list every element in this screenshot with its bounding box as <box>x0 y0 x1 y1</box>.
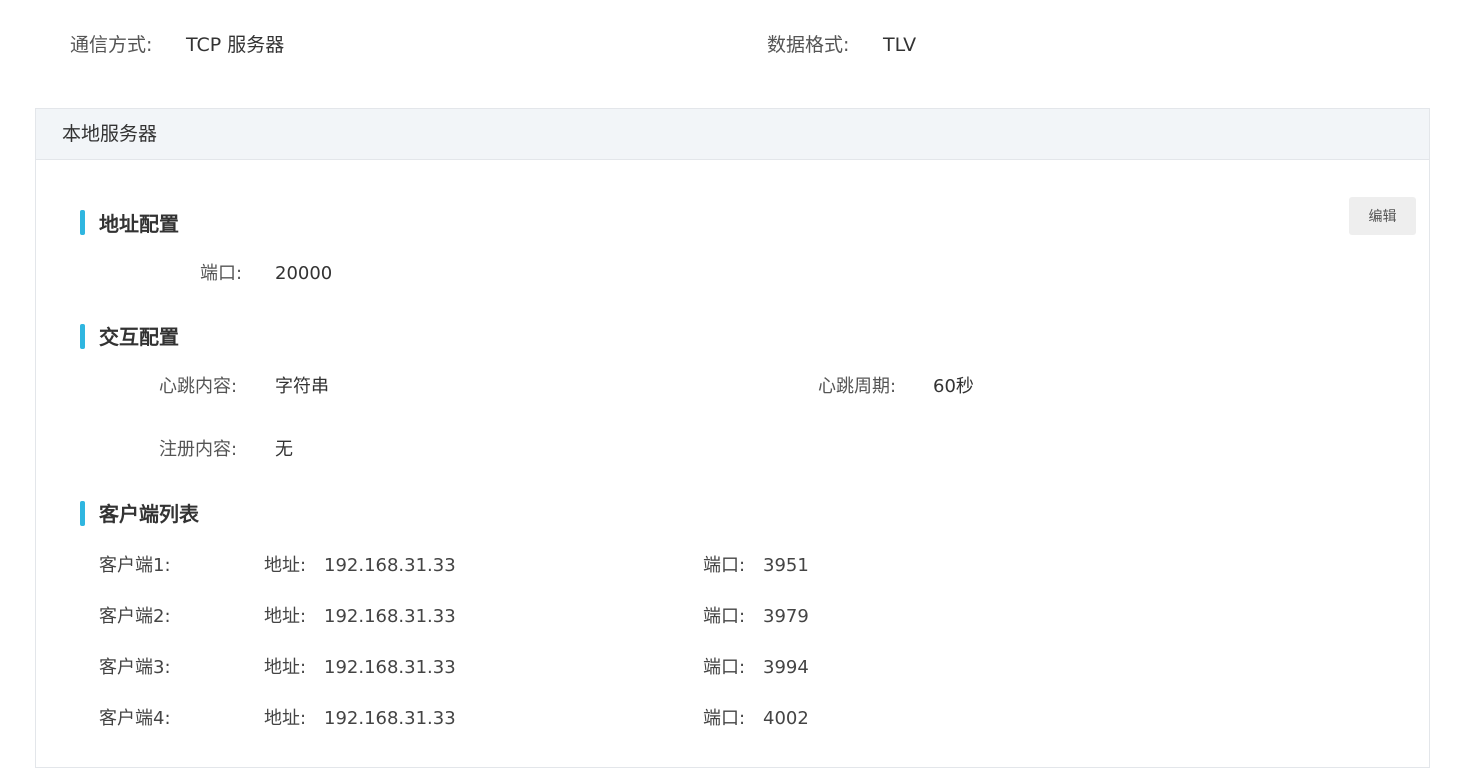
client-address: 192.168.31.33 <box>324 708 456 729</box>
panel-title: 本地服务器 <box>62 123 158 145</box>
section-accent-bar <box>80 324 85 349</box>
client-address-label: 地址: <box>264 606 307 627</box>
heartbeat-content-label: 心跳内容: <box>159 376 238 397</box>
client-address-label: 地址: <box>264 555 307 576</box>
comm-mode-label: 通信方式: <box>70 34 153 56</box>
interaction-config-title: 交互配置 <box>99 325 179 349</box>
comm-mode-value: TCP 服务器 <box>186 34 285 56</box>
heartbeat-content-value: 字符串 <box>275 376 329 397</box>
client-port: 4002 <box>763 708 809 729</box>
client-port-label: 端口: <box>703 657 746 678</box>
client-name: 客户端1: <box>99 555 171 576</box>
client-port-label: 端口: <box>703 555 746 576</box>
client-name: 客户端4: <box>99 708 171 729</box>
section-accent-bar <box>80 501 85 526</box>
client-name: 客户端3: <box>99 657 171 678</box>
port-label: 端口: <box>200 263 243 284</box>
heartbeat-period-value: 60秒 <box>933 376 974 397</box>
top-info-bar: 通信方式: TCP 服务器 数据格式: TLV <box>0 0 1460 90</box>
heartbeat-period-label: 心跳周期: <box>818 376 897 397</box>
data-format-label: 数据格式: <box>767 34 850 56</box>
section-accent-bar <box>80 210 85 235</box>
client-port: 3979 <box>763 606 809 627</box>
register-content-value: 无 <box>275 439 293 460</box>
data-format-value: TLV <box>883 34 917 56</box>
client-address-label: 地址: <box>264 708 307 729</box>
panel-header: 本地服务器 <box>36 109 1429 160</box>
client-address: 192.168.31.33 <box>324 606 456 627</box>
client-address: 192.168.31.33 <box>324 555 456 576</box>
client-port-label: 端口: <box>703 708 746 729</box>
client-address: 192.168.31.33 <box>324 657 456 678</box>
register-content-label: 注册内容: <box>159 439 238 460</box>
client-name: 客户端2: <box>99 606 171 627</box>
edit-button[interactable]: 编辑 <box>1349 197 1416 235</box>
local-server-panel: 本地服务器 编辑 地址配置 端口: 20000 交互配置 心跳内容: 字符串 心… <box>35 108 1430 768</box>
client-list-title: 客户端列表 <box>99 502 199 526</box>
client-port: 3951 <box>763 555 809 576</box>
client-port: 3994 <box>763 657 809 678</box>
address-config-title: 地址配置 <box>99 212 179 236</box>
port-value: 20000 <box>275 263 333 284</box>
client-port-label: 端口: <box>703 606 746 627</box>
client-address-label: 地址: <box>264 657 307 678</box>
